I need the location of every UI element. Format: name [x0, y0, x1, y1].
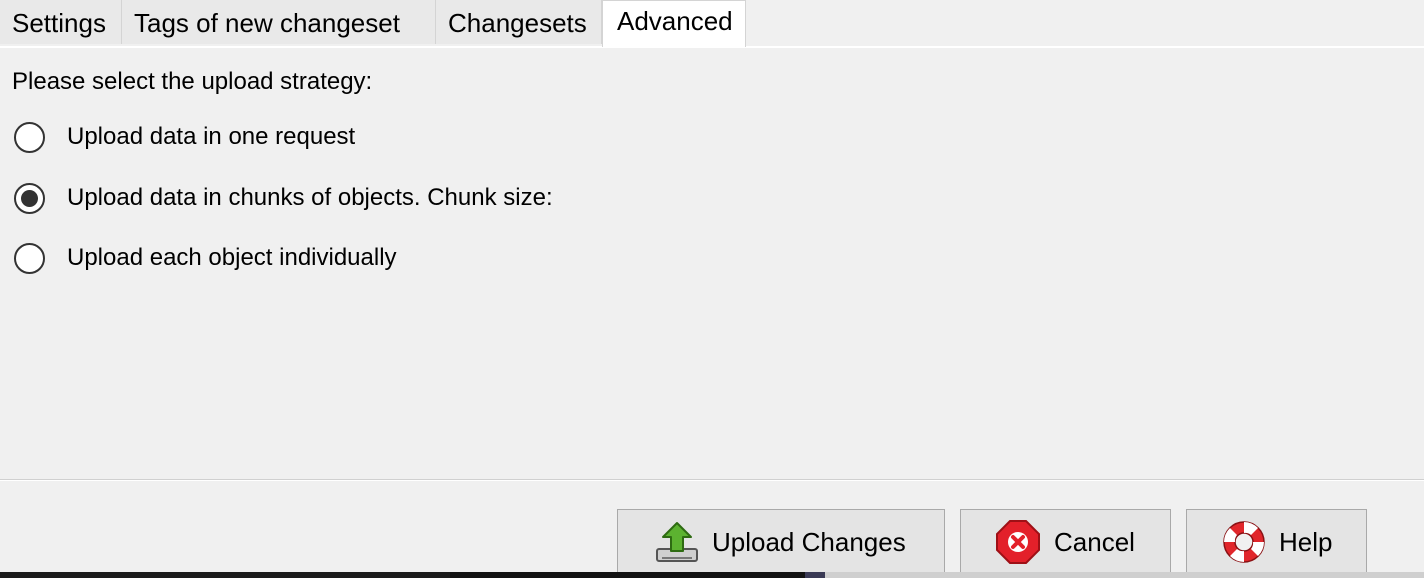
radio-option-individually[interactable]: Upload each object individually: [14, 239, 397, 277]
radio-button-one-request[interactable]: [14, 121, 45, 153]
help-lifebuoy-icon: [1221, 519, 1267, 565]
radio-label-one-request: Upload data in one request: [67, 123, 356, 150]
taskbar-segment: [805, 572, 825, 578]
upload-icon: [654, 519, 700, 565]
taskbar-strip: [0, 572, 1424, 578]
tab-tags-of-new-changeset[interactable]: Tags of new changeset: [122, 0, 436, 44]
radio-button-chunks[interactable]: [14, 182, 45, 214]
tab-changesets-label: Changesets: [448, 8, 587, 38]
taskbar-segment: [450, 572, 805, 578]
upload-changes-label: Upload Changes: [712, 526, 906, 557]
cancel-icon: [995, 519, 1041, 565]
tab-advanced[interactable]: Advanced: [602, 0, 746, 47]
radio-selected-dot: [21, 189, 38, 207]
help-label: Help: [1279, 526, 1333, 557]
radio-label-individually: Upload each object individually: [67, 244, 397, 271]
cancel-label: Cancel: [1054, 526, 1135, 557]
upload-changes-button[interactable]: Upload Changes: [617, 509, 945, 575]
tab-tags-label: Tags of new changeset: [134, 8, 400, 38]
radio-label-chunks: Upload data in chunks of objects. Chunk …: [67, 184, 553, 211]
radio-option-chunks[interactable]: Upload data in chunks of objects. Chunk …: [14, 179, 553, 217]
tab-advanced-label: Advanced: [617, 6, 733, 36]
button-area-separator: [0, 479, 1424, 481]
upload-strategy-prompt: Please select the upload strategy:: [12, 68, 373, 95]
help-button[interactable]: Help: [1186, 509, 1367, 575]
cancel-button[interactable]: Cancel: [960, 509, 1171, 575]
taskbar-segment: [825, 572, 1424, 578]
radio-button-individually[interactable]: [14, 242, 45, 274]
tab-settings[interactable]: Settings: [0, 0, 122, 44]
tab-changesets[interactable]: Changesets: [436, 0, 602, 44]
radio-option-one-request[interactable]: Upload data in one request: [14, 118, 355, 156]
tab-bar: Settings Tags of new changeset Changeset…: [0, 0, 1424, 48]
tab-settings-label: Settings: [12, 8, 106, 38]
